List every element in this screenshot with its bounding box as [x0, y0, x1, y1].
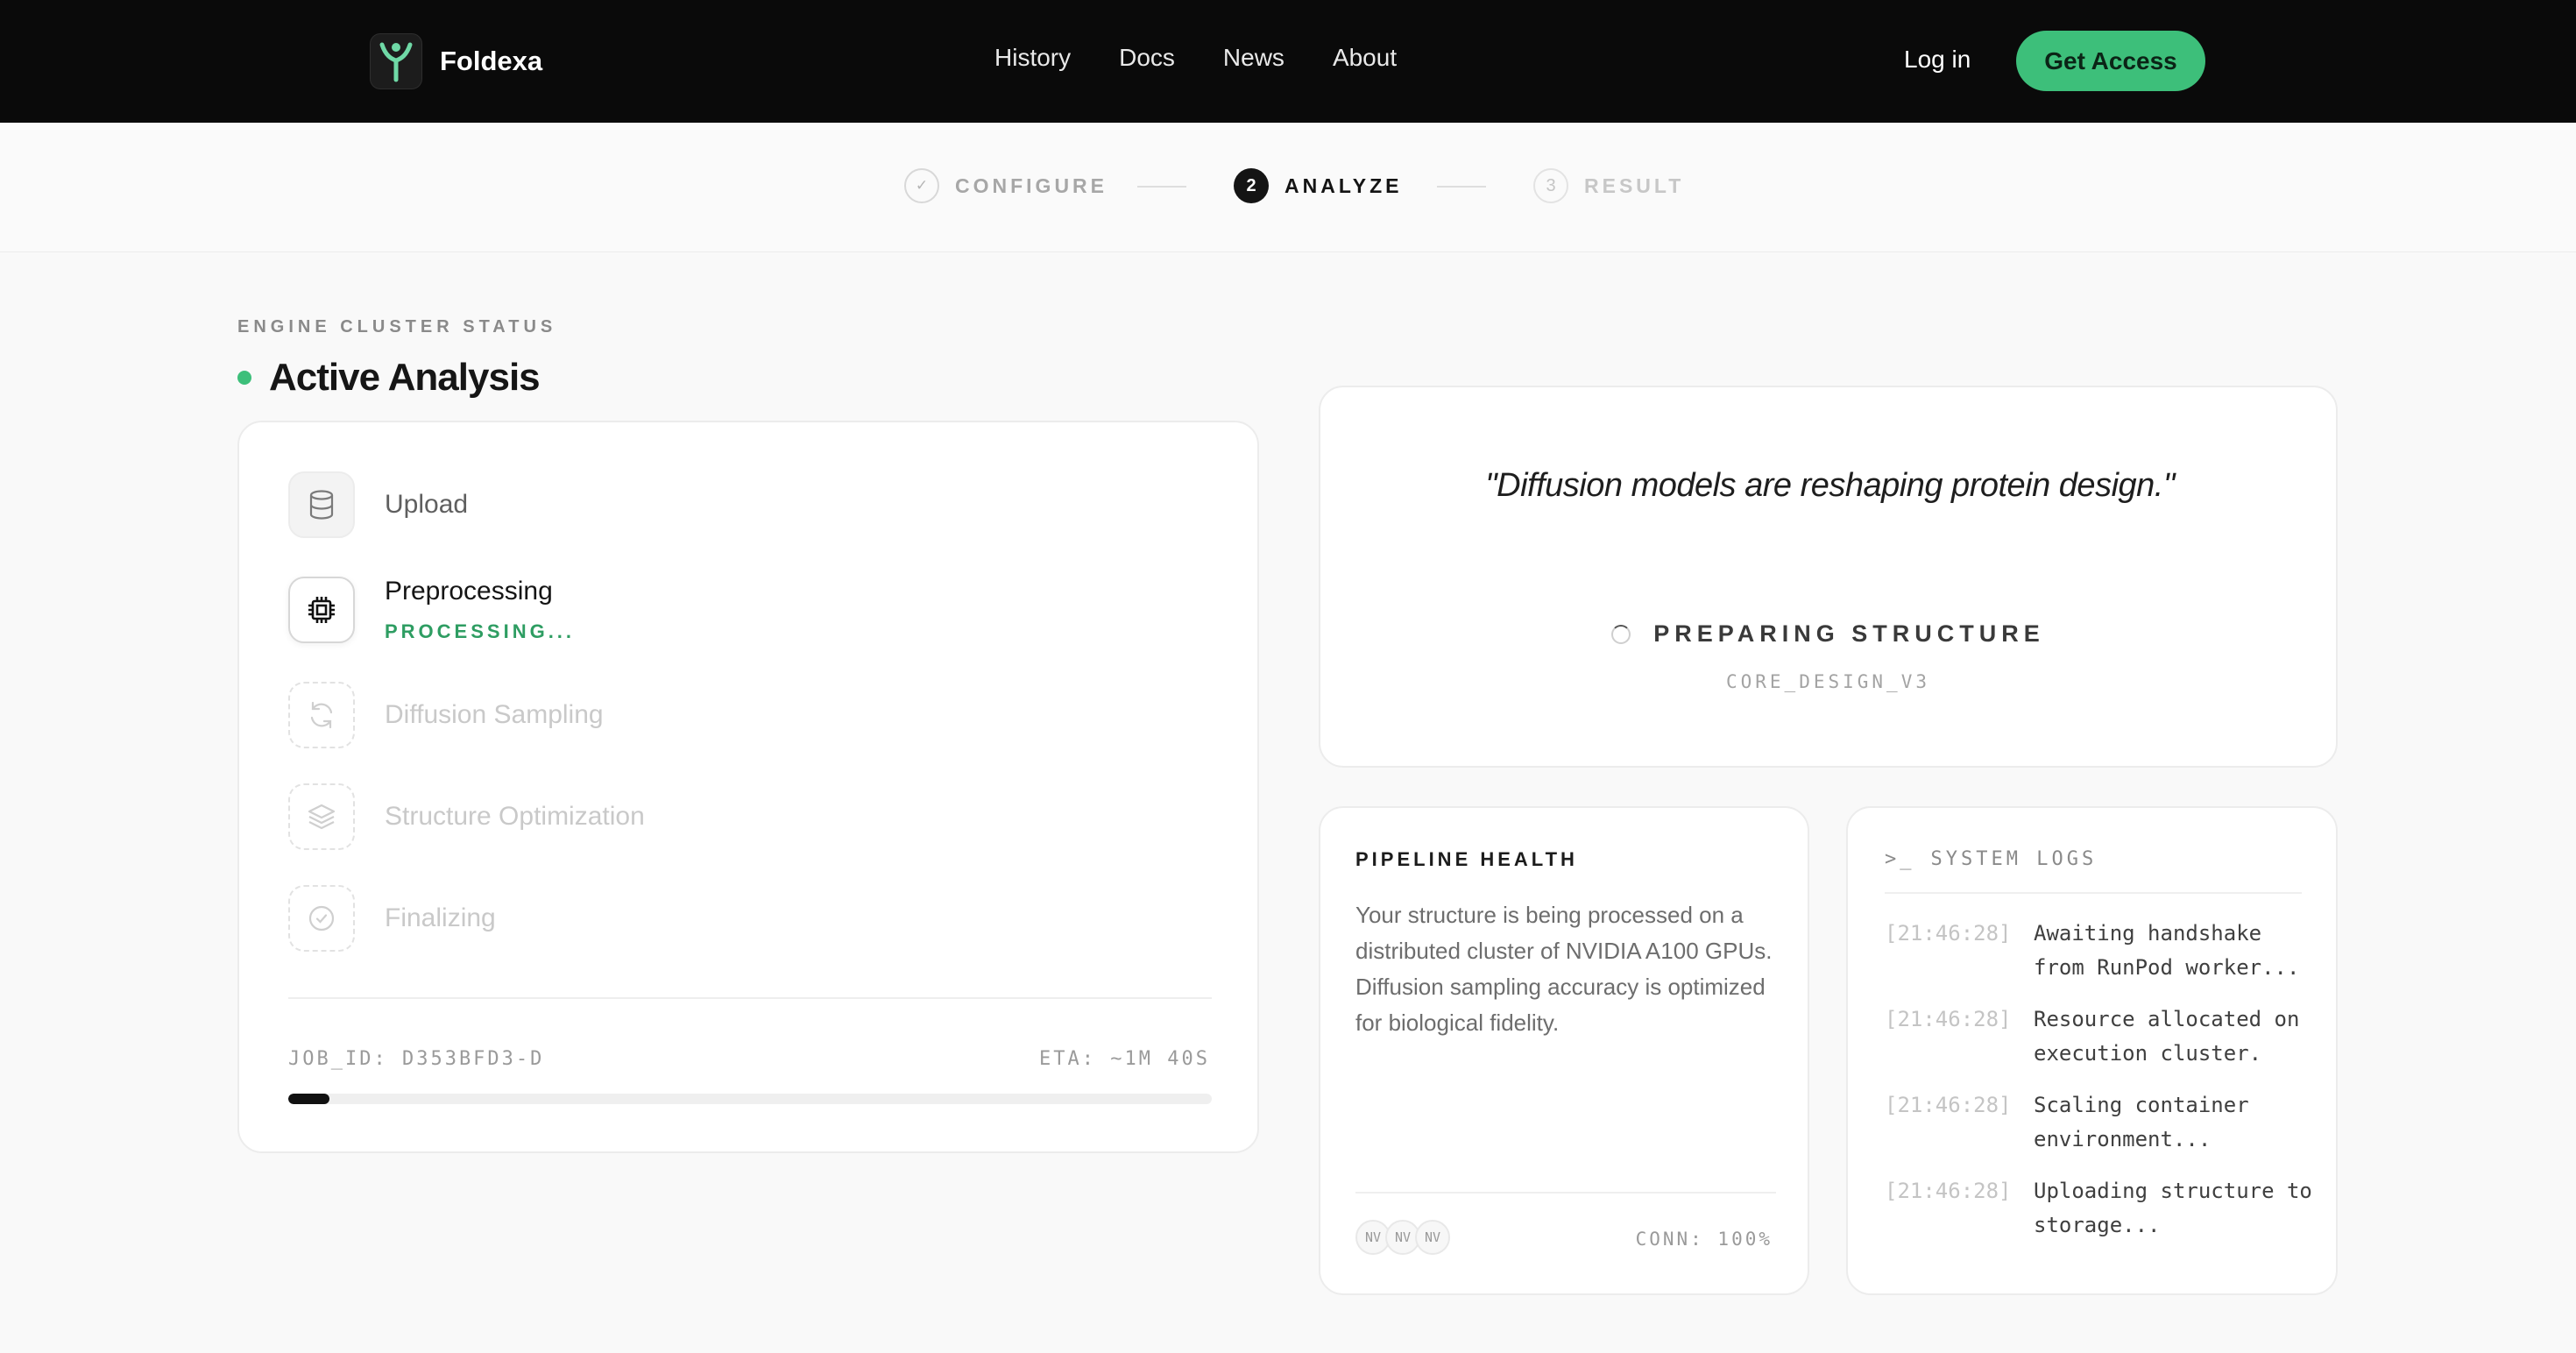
step-analyze[interactable]: 2 ANALYZE — [1234, 168, 1403, 203]
processing-status: PROCESSING... — [385, 620, 576, 642]
pipeline-step-finalizing: Finalizing — [288, 885, 496, 952]
step-connector — [1437, 186, 1486, 188]
step-result-number: 3 — [1533, 168, 1568, 203]
log-message: Uploading structure to storage... — [2034, 1179, 2312, 1237]
log-message: Resource allocated on execution cluster. — [2034, 1007, 2300, 1066]
progress-bar-fill — [288, 1094, 330, 1104]
preparing-status-label: PREPARING STRUCTURE — [1653, 620, 2045, 647]
log-entry: [21:46:28] Resource allocated on executi… — [1885, 1002, 2314, 1071]
node-avatars: NV NV NV — [1355, 1220, 1450, 1255]
pipeline-health-card: PIPELINE HEALTH Your structure is being … — [1319, 806, 1809, 1295]
progress-stepper: ✓ CONFIGURE 2 ANALYZE 3 RESULT — [0, 123, 2576, 252]
refresh-icon — [288, 682, 355, 748]
nav-link-news[interactable]: News — [1223, 44, 1284, 72]
log-entry: [21:46:28] Scaling container environment… — [1885, 1088, 2314, 1157]
nav-link-docs[interactable]: Docs — [1119, 44, 1175, 72]
terminal-icon: >_ — [1885, 848, 1915, 870]
get-access-button[interactable]: Get Access — [2016, 31, 2205, 91]
status-dot-icon — [237, 371, 251, 385]
log-entry: [21:46:28] Awaiting handshake from RunPo… — [1885, 917, 2314, 985]
step-configure[interactable]: ✓ CONFIGURE — [904, 168, 1108, 203]
pipeline-step-preprocessing: Preprocessing PROCESSING... — [288, 577, 575, 643]
job-id: JOB_ID: D353BFD3-D — [288, 1048, 545, 1070]
login-link[interactable]: Log in — [1904, 46, 1971, 74]
pipeline-step-label: Structure Optimization — [385, 802, 645, 831]
log-timestamp: [21:46:28] — [1885, 1007, 2012, 1031]
divider — [1885, 892, 2302, 894]
page-title: Active Analysis — [269, 356, 541, 399]
layers-icon — [288, 783, 355, 850]
log-timestamp: [21:46:28] — [1885, 1093, 2012, 1117]
pipeline-step-label: Finalizing — [385, 903, 496, 932]
nav-link-history[interactable]: History — [994, 44, 1071, 72]
pipeline-step-diffusion-sampling: Diffusion Sampling — [288, 682, 604, 748]
divider — [288, 997, 1212, 999]
card-title: SYSTEM LOGS — [1930, 848, 2098, 870]
loading-spinner-icon — [1611, 624, 1631, 644]
brand[interactable]: Foldexa — [370, 33, 542, 89]
status-quote-card: "Diffusion models are reshaping protein … — [1319, 386, 2338, 768]
pipeline-step-label: Upload — [385, 490, 469, 519]
section-eyebrow: ENGINE CLUSTER STATUS — [237, 317, 557, 336]
step-result-label: RESULT — [1584, 174, 1685, 197]
foldexa-logo-icon — [370, 33, 422, 89]
card-title: PIPELINE HEALTH — [1355, 848, 1578, 870]
step-analyze-label: ANALYZE — [1284, 174, 1403, 197]
log-timestamp: [21:46:28] — [1885, 1179, 2012, 1203]
nav-links: History Docs News About — [994, 44, 1397, 72]
progress-bar — [288, 1094, 1212, 1104]
step-configure-check-icon: ✓ — [904, 168, 939, 203]
system-logs-card: >_ SYSTEM LOGS [21:46:28] Awaiting hands… — [1846, 806, 2338, 1295]
cpu-chip-icon — [288, 577, 355, 643]
brand-name: Foldexa — [440, 46, 543, 76]
nav-link-about[interactable]: About — [1333, 44, 1397, 72]
top-nav: Foldexa History Docs News About Log in G… — [0, 0, 2576, 123]
log-entry: [21:46:28] Uploading structure to storag… — [1885, 1174, 2314, 1243]
step-connector — [1137, 186, 1186, 188]
pipeline-step-upload: Upload — [288, 471, 468, 538]
quote-text: "Diffusion models are reshaping protein … — [1485, 467, 2175, 504]
step-analyze-number: 2 — [1234, 168, 1269, 203]
check-circle-icon — [288, 885, 355, 952]
pipeline-step-structure-optimization: Structure Optimization — [288, 783, 645, 850]
health-description: Your structure is being processed on a d… — [1355, 902, 1773, 1036]
pipeline-step-label: Preprocessing — [385, 577, 553, 606]
divider — [1355, 1192, 1776, 1194]
step-configure-label: CONFIGURE — [955, 174, 1108, 197]
preparing-status: PREPARING STRUCTURE — [1320, 620, 2336, 648]
step-result[interactable]: 3 RESULT — [1533, 168, 1684, 203]
model-name: CORE_DESIGN_V3 — [1725, 671, 1930, 692]
card-title-row: >_ SYSTEM LOGS — [1885, 848, 2097, 870]
log-message: Scaling container environment... — [2034, 1093, 2249, 1151]
log-message: Awaiting handshake from RunPod worker... — [2034, 921, 2300, 980]
eta: ETA: ~1M 40S — [1039, 1048, 1210, 1070]
node-avatar: NV — [1415, 1220, 1450, 1255]
connection-status: CONN: 100% — [1635, 1229, 1773, 1250]
status-title-row: Active Analysis — [237, 356, 541, 400]
pipeline-steps-card: Upload Preprocessing PROCESSING... Diffu… — [237, 421, 1259, 1153]
log-timestamp: [21:46:28] — [1885, 921, 2012, 946]
database-icon — [288, 471, 355, 538]
pipeline-step-label: Diffusion Sampling — [385, 700, 604, 729]
